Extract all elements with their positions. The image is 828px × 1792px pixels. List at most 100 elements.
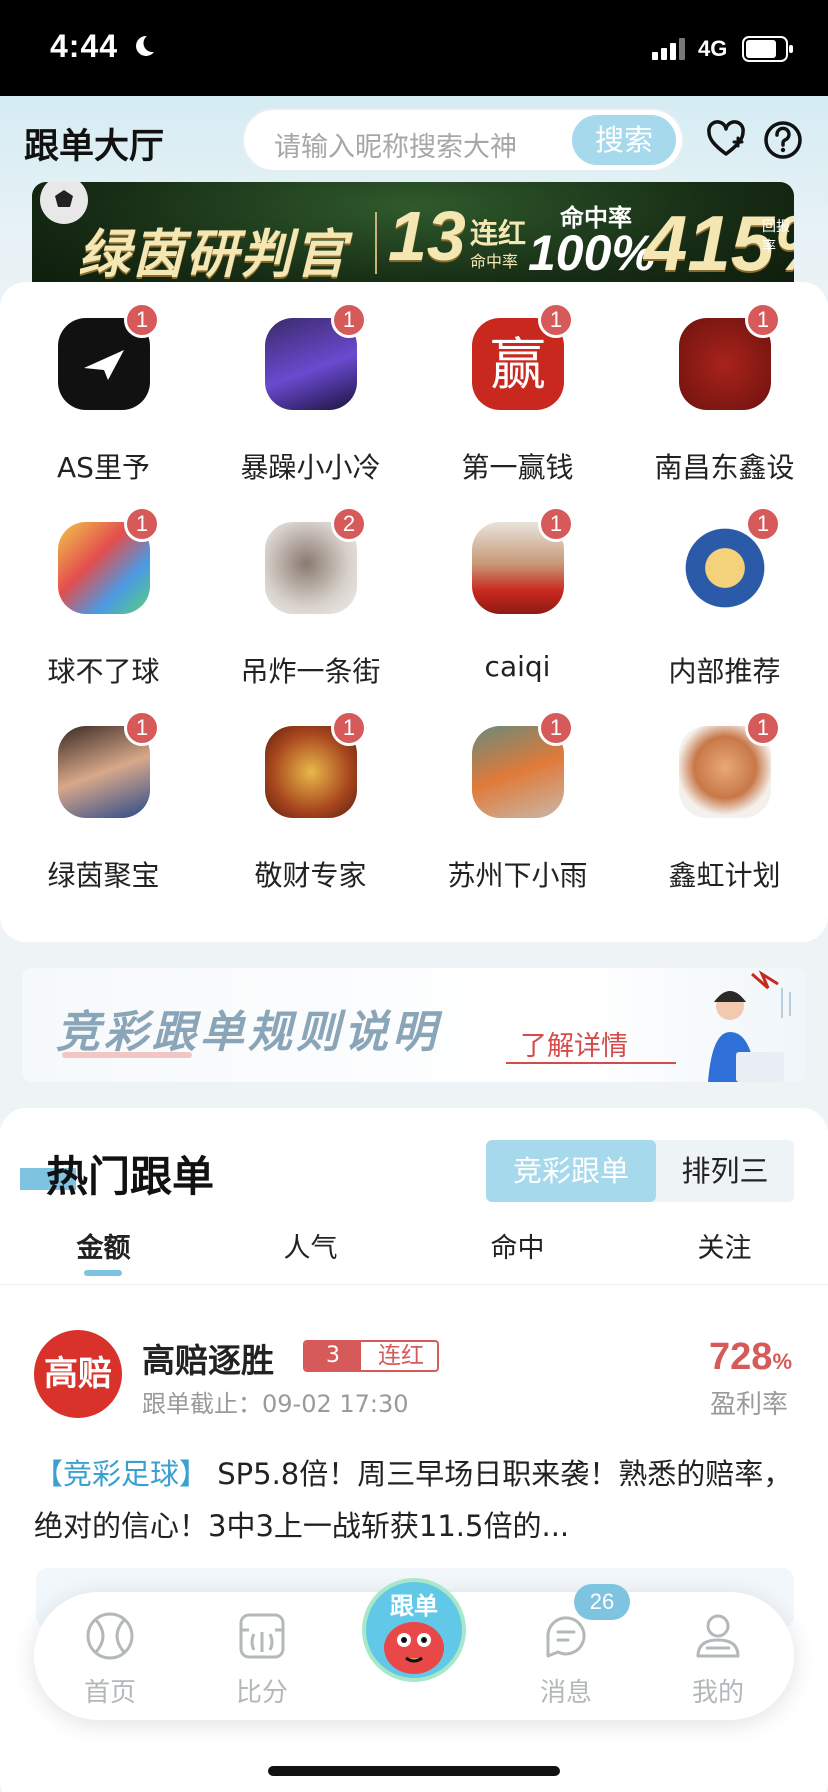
svg-text:赢: 赢 — [490, 333, 546, 398]
profit-number: 728 — [709, 1336, 773, 1378]
tab-mine[interactable]: 我的 — [642, 1592, 794, 1720]
status-bar: 4:44 4G — [0, 0, 828, 96]
expert-name: 吊炸一条街 — [240, 655, 381, 688]
rules-underline — [62, 1052, 192, 1058]
tennis-ball-icon — [86, 1612, 134, 1660]
expert-badge: 2 — [331, 506, 367, 542]
plan-description[interactable]: 【竞彩足球】 SP5.8倍！周三早场日职来袭！熟悉的赔率，绝对的信心！3中3上一… — [34, 1448, 794, 1552]
expert-name: 苏州下小雨 — [447, 859, 588, 892]
favorite-heart-icon[interactable] — [706, 120, 746, 160]
experts-grid: 1 AS里予 1 暴躁小小冷 赢 1 第一赢钱 1 南昌东鑫设 1 球不了球 2… — [0, 282, 828, 942]
user-profile-icon — [696, 1614, 740, 1658]
expert-item[interactable]: 1 caiqi — [414, 486, 621, 686]
sort-tab-amount[interactable]: 金额 — [0, 1226, 207, 1265]
rules-title: 竞彩跟单规则说明 — [56, 1007, 440, 1058]
divider — [0, 1284, 828, 1285]
expert-badge: 1 — [331, 710, 367, 746]
expert-badge: 1 — [124, 506, 160, 542]
tab-label: 比分 — [235, 1678, 288, 1708]
expert-badge: 1 — [538, 710, 574, 746]
expert-name: 内部推荐 — [668, 655, 781, 688]
expert-badge: 1 — [124, 302, 160, 338]
expert-item[interactable]: 1 绿茵聚宝 — [0, 690, 207, 892]
expert-item[interactable]: 赢 1 第一赢钱 — [414, 282, 621, 484]
banner-hit-rate-value: 100% — [528, 225, 656, 281]
expert-name: 暴躁小小冷 — [240, 451, 381, 484]
signal-icon — [652, 38, 685, 60]
lottery-type-segment: 竞彩跟单 排列三 — [486, 1140, 794, 1202]
expert-item[interactable]: 1 苏州下小雨 — [414, 690, 621, 892]
banner-streak-label: 连红 — [470, 217, 527, 250]
rules-detail-link[interactable]: 了解详情 — [520, 1024, 628, 1063]
expert-name: caiqi — [484, 650, 551, 683]
segment-jingcai[interactable]: 竞彩跟单 — [486, 1140, 656, 1202]
expert-item[interactable]: 2 吊炸一条街 — [207, 486, 414, 688]
expert-name: 第一赢钱 — [461, 451, 574, 484]
page-title: 跟单大厅 — [24, 127, 165, 167]
banner-streak-sub: 命中率 — [470, 252, 519, 271]
plan-category-tag: 【竞彩足球】 — [34, 1457, 209, 1491]
expert-item[interactable]: 1 敬财专家 — [207, 690, 414, 892]
sort-tab-hit[interactable]: 命中 — [414, 1226, 621, 1265]
expert-item[interactable]: 1 鑫虹计划 — [621, 690, 828, 892]
tab-label: 跟单 — [390, 1592, 438, 1620]
tab-score[interactable]: 比分 — [186, 1592, 338, 1720]
streak-label: 连红 — [378, 1343, 424, 1369]
hot-title: 热门跟单 — [46, 1152, 215, 1201]
rules-link-underline — [506, 1062, 676, 1064]
network-label: 4G — [698, 36, 728, 61]
sort-tab-popularity[interactable]: 人气 — [207, 1226, 414, 1265]
expert-badge: 1 — [745, 710, 781, 746]
expert-badge: 1 — [538, 302, 574, 338]
help-icon[interactable] — [763, 120, 803, 160]
plan-deadline: 跟单截止：09-02 17:30 — [142, 1390, 409, 1418]
tab-label: 首页 — [83, 1678, 136, 1708]
banner-title: 绿茵研判官 — [78, 225, 349, 285]
expert-badge: 1 — [538, 506, 574, 542]
expert-name: 鑫虹计划 — [668, 859, 781, 892]
plan-logo[interactable]: 高赔 — [34, 1330, 122, 1418]
moon-icon — [136, 35, 154, 56]
expert-item[interactable]: 1 暴躁小小冷 — [207, 282, 414, 484]
bottom-tab-bar: 首页 比分 跟单 消息 26 我的 — [34, 1578, 794, 1720]
expert-name: 敬财专家 — [254, 859, 367, 892]
expert-badge: 1 — [745, 302, 781, 338]
expert-badge: 1 — [124, 710, 160, 746]
tab-home[interactable]: 首页 — [34, 1592, 186, 1720]
search-placeholder: 请输入昵称搜索大神 — [274, 132, 517, 163]
profit-label: 盈利率 — [709, 1390, 788, 1420]
tab-label: 消息 — [539, 1678, 592, 1708]
expert-badge: 1 — [745, 506, 781, 542]
profit-unit: % — [772, 1349, 792, 1374]
home-indicator — [268, 1766, 560, 1776]
expert-item[interactable]: 1 球不了球 — [0, 486, 207, 688]
banner-return-label: 回报率 — [762, 219, 790, 255]
plan-name[interactable]: 高赔逐胜 — [142, 1334, 274, 1382]
expert-badge: 1 — [331, 302, 367, 338]
expert-name: 球不了球 — [47, 655, 160, 688]
streak-tag: 3 连红 — [303, 1340, 439, 1372]
search-button[interactable]: 搜索 — [572, 115, 676, 165]
expert-item[interactable]: 1 南昌东鑫设 — [621, 282, 828, 484]
expert-name: 南昌东鑫设 — [654, 451, 795, 484]
rules-banner[interactable]: 竞彩跟单规则说明 了解详情 — [22, 968, 806, 1082]
profit-value: 728% — [709, 1336, 792, 1379]
sort-tab-follow[interactable]: 关注 — [621, 1226, 828, 1265]
banner-divider — [375, 212, 377, 274]
tab-label: 我的 — [691, 1678, 744, 1708]
tab-follow-order[interactable]: 跟单 — [362, 1578, 466, 1682]
message-count-badge: 26 — [574, 1584, 630, 1620]
expert-name: AS里予 — [57, 451, 150, 484]
expert-item[interactable]: 1 AS里予 — [0, 282, 207, 484]
person-with-laptop-illustration — [708, 970, 791, 1082]
search-input[interactable]: 请输入昵称搜索大神 搜索 — [242, 108, 684, 172]
segment-pailie3[interactable]: 排列三 — [656, 1140, 794, 1202]
scoreboard-icon — [239, 1613, 285, 1659]
status-time: 4:44 — [50, 28, 119, 64]
banner-streak-number: 13 — [388, 197, 466, 275]
sort-tab-indicator — [84, 1270, 122, 1276]
battery-icon — [742, 36, 793, 62]
expert-name: 绿茵聚宝 — [47, 859, 160, 892]
streak-count: 3 — [305, 1342, 361, 1370]
expert-item[interactable]: 1 内部推荐 — [621, 486, 828, 688]
